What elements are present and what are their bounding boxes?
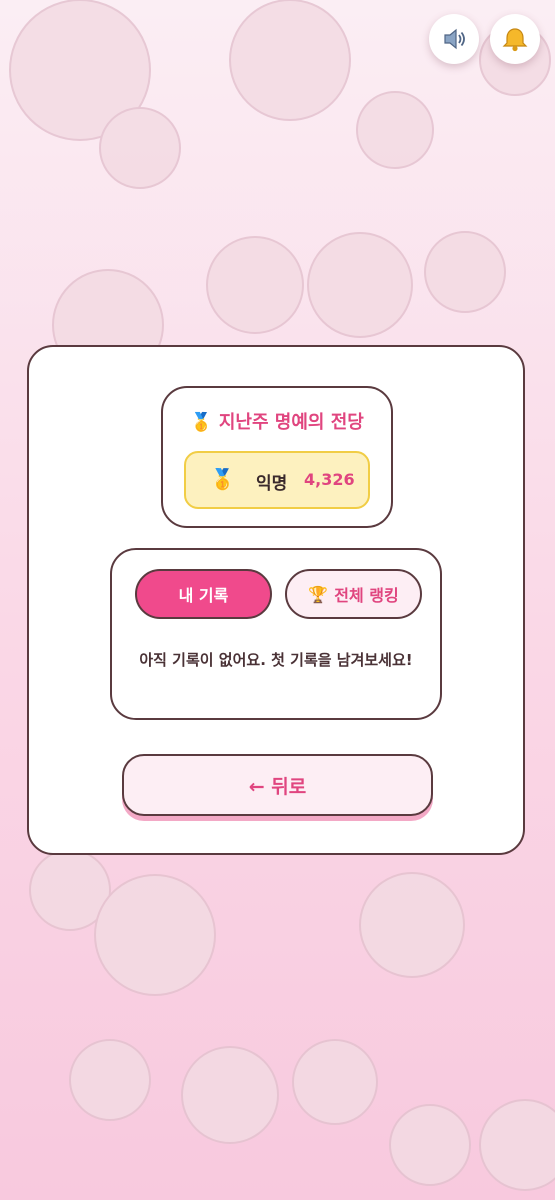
- bell-icon: [502, 28, 528, 52]
- hall-of-fame-title-text: 지난주 명예의 전당: [218, 412, 364, 433]
- speaker-icon: [444, 28, 465, 50]
- winner-name: 익명: [256, 474, 288, 494]
- hall-of-fame-entry: 🥇 익명 4,326: [184, 451, 370, 509]
- back-button[interactable]: ← 뒤로: [122, 754, 433, 816]
- hall-of-fame-card: 🥇 지난주 명예의 전당 🥇 익명 4,326: [161, 386, 393, 528]
- sound-toggle-button[interactable]: [429, 14, 479, 64]
- trophy-icon: 🏆: [308, 584, 329, 604]
- records-card: 내 기록 🏆 전체 랭킹 아직 기록이 없어요. 첫 기록을 남겨보세요!: [110, 548, 442, 720]
- tab-my-records[interactable]: 내 기록: [135, 569, 272, 619]
- tab-overall-ranking-label: 전체 랭킹: [334, 586, 399, 605]
- notification-button[interactable]: [490, 14, 540, 64]
- gold-medal-icon: 🥇: [210, 467, 235, 491]
- hall-of-fame-title: 🥇 지난주 명예의 전당: [163, 408, 391, 434]
- empty-records-message: 아직 기록이 없어요. 첫 기록을 남겨보세요!: [139, 651, 413, 669]
- medal-icon: 🥇: [190, 412, 213, 433]
- winner-score: 4,326: [304, 470, 355, 489]
- tab-overall-ranking[interactable]: 🏆 전체 랭킹: [285, 569, 422, 619]
